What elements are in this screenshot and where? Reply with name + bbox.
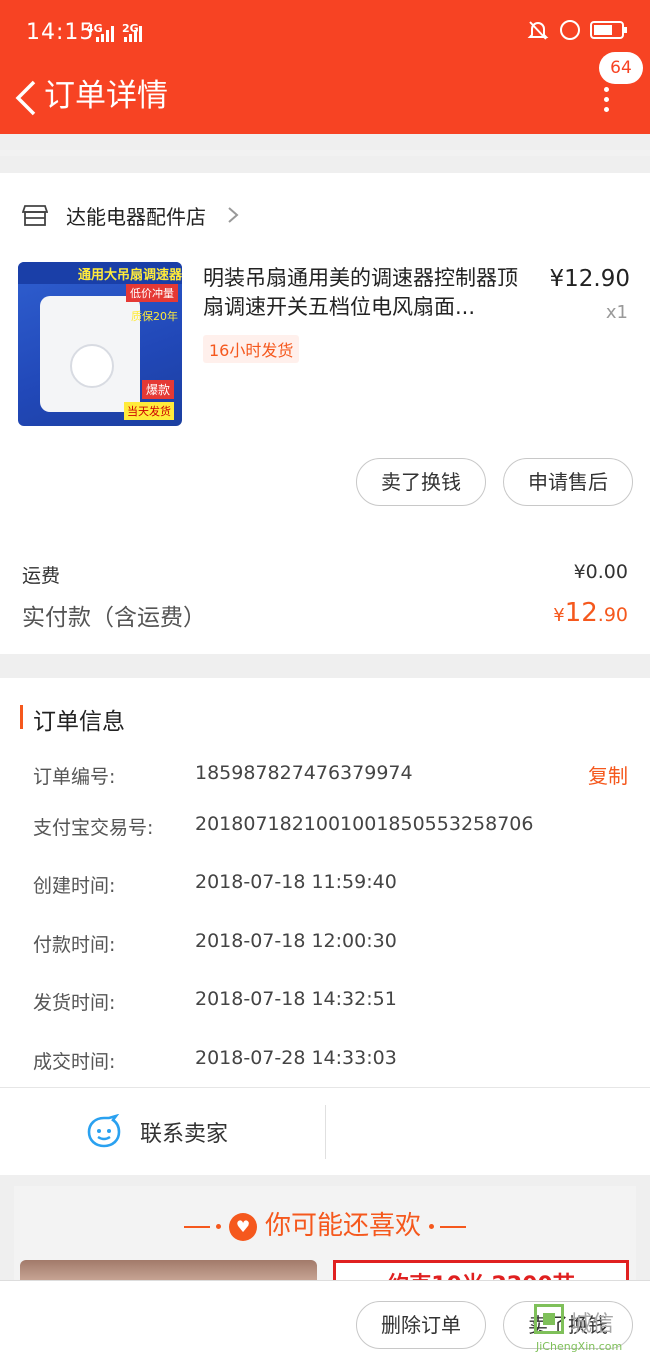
paid-currency: ¥ — [553, 605, 565, 626]
shop-row[interactable]: 达能电器配件店 — [22, 200, 240, 230]
info-row-completed: 成交时间: 2018-07-28 14:33:03 — [33, 1047, 633, 1077]
sell-button[interactable]: 卖了换钱 — [356, 458, 486, 506]
chevron-right-icon — [228, 207, 239, 223]
shipping-fee-value: ¥0.00 — [573, 561, 628, 583]
order-info-title: 订单信息 — [33, 709, 125, 735]
image-tag: 爆款 — [141, 380, 174, 399]
delete-order-button[interactable]: 删除订单 — [356, 1301, 486, 1349]
watermark-text: 城信 — [570, 1312, 615, 1337]
shipping-fee-label: 运费 — [22, 565, 61, 587]
watermark-icon — [534, 1304, 564, 1334]
paid-integer: 12 — [564, 598, 598, 628]
info-value: 2018-07-18 14:32:51 — [195, 988, 397, 1010]
status-right-icons — [526, 18, 627, 42]
image-banner: 通用大吊扇调速器 — [18, 262, 182, 284]
info-row-created: 创建时间: 2018-07-18 11:59:40 — [33, 871, 633, 901]
status-time: 14:15 — [26, 20, 95, 45]
bell-muted-icon — [527, 21, 549, 40]
contact-seller-button[interactable]: 联系卖家 — [86, 1114, 228, 1150]
paid-amount-label: 实付款（含运费） — [22, 605, 206, 631]
shipping-tag: 16小时发货 — [203, 335, 300, 363]
info-key: 发货时间: — [33, 992, 116, 1014]
nav-bar: 订单详情 — [0, 64, 650, 134]
shop-name: 达能电器配件店 — [66, 204, 206, 229]
after-sale-button[interactable]: 申请售后 — [503, 458, 633, 506]
info-value: 2018071821001001850553258706 — [195, 813, 534, 835]
image-tag: 质保20年 — [131, 310, 178, 323]
product-quantity: x1 — [605, 302, 628, 323]
image-knob — [70, 344, 114, 388]
info-value: 2018-07-28 14:33:03 — [195, 1047, 397, 1069]
signal-icon-2 — [124, 26, 142, 42]
recommend-title: 你可能还喜欢 — [264, 1211, 421, 1241]
paid-decimal: .90 — [597, 604, 628, 626]
info-key: 创建时间: — [33, 875, 116, 897]
contact-seller-label: 联系卖家 — [140, 1122, 229, 1147]
info-row-order-no: 订单编号: 185987827476379974 — [33, 762, 633, 792]
header: 14:15 4G 2G 订单详情 64 — [0, 0, 650, 134]
product-price: ¥12.90 — [549, 266, 630, 292]
divider-vertical — [325, 1105, 326, 1159]
info-key: 支付宝交易号: — [33, 817, 154, 839]
product-title[interactable]: 明装吊扇通用美的调速器控制器顶扇调速开关五档位电风扇面... — [203, 264, 538, 322]
status-bar: 14:15 4G 2G — [0, 0, 650, 64]
rotation-lock-icon — [560, 20, 580, 40]
watermark-url: JiChengXin.com — [536, 1340, 623, 1353]
signal-icon — [96, 26, 114, 42]
info-row-alipay-no: 支付宝交易号: 2018071821001001850553258706 — [33, 813, 633, 843]
battery-icon — [590, 21, 627, 39]
shop-icon — [22, 205, 48, 226]
image-tag: 当天发货 — [124, 402, 174, 420]
paid-amount-value: ¥12.90 — [553, 598, 628, 628]
info-key: 订单编号: — [33, 766, 116, 788]
order-info-card — [0, 678, 650, 1175]
image-tag: 低价冲量 — [126, 284, 178, 302]
chat-bubble-icon — [87, 1114, 121, 1148]
info-key: 成交时间: — [33, 1051, 116, 1073]
copy-button[interactable]: 复制 — [588, 760, 628, 789]
heart-icon: ♥ — [228, 1212, 257, 1241]
info-value: 185987827476379974 — [195, 762, 413, 784]
section-accent-bar — [20, 705, 23, 729]
back-icon[interactable] — [12, 76, 42, 120]
top-gap — [0, 150, 650, 156]
info-value: 2018-07-18 11:59:40 — [195, 871, 397, 893]
info-row-shipped: 发货时间: 2018-07-18 14:32:51 — [33, 988, 633, 1018]
recommend-title-row: ♥ 你可能还喜欢 — [0, 1205, 650, 1242]
more-menu-icon[interactable] — [601, 87, 611, 117]
battery-fill — [594, 25, 612, 35]
info-key: 付款时间: — [33, 934, 116, 956]
product-image[interactable]: 通用大吊扇调速器 低价冲量 质保20年 爆款 当天发货 — [18, 262, 182, 426]
page-title: 订单详情 — [44, 78, 168, 114]
watermark-logo: 城信 JiChengXin.com — [534, 1304, 644, 1364]
info-row-paid: 付款时间: 2018-07-18 12:00:30 — [33, 930, 633, 960]
info-value: 2018-07-18 12:00:30 — [195, 930, 397, 952]
message-count-badge[interactable]: 64 — [599, 52, 643, 84]
divider — [0, 1087, 650, 1088]
